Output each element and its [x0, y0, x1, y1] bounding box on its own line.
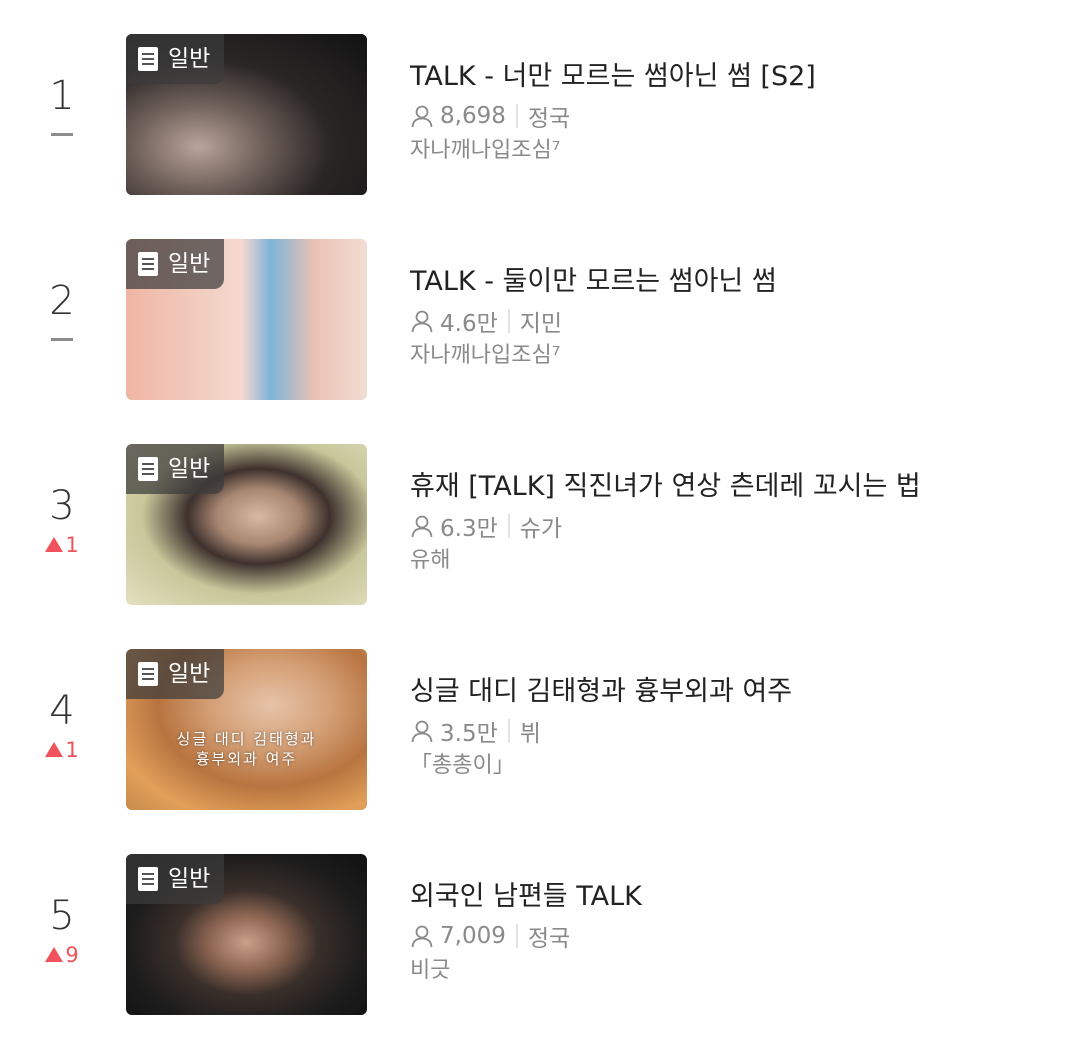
rank-number: 3 [49, 483, 75, 529]
author-name[interactable]: 비긋 [410, 957, 1050, 985]
person-icon [410, 514, 434, 538]
person-icon [410, 104, 434, 128]
rank-change: 1 [20, 737, 104, 763]
category-badge: 일반 [126, 854, 225, 904]
rank-unchanged-icon [51, 338, 73, 341]
document-icon [138, 252, 158, 276]
rank-up-icon [45, 537, 64, 552]
rank-change: 9 [20, 942, 104, 968]
thumbnail[interactable]: 일반 싱글 대디 김태형과 흉부외과 여주 [126, 649, 367, 810]
character-name: 정국 [527, 106, 571, 132]
category-badge: 일반 [126, 649, 225, 699]
divider [507, 514, 510, 538]
story-title[interactable]: 휴재 [TALK] 직진녀가 연상 츤데레 꼬시는 법 [410, 470, 1050, 504]
character-name: 지민 [519, 311, 563, 337]
thumbnail[interactable]: 일반 [126, 239, 367, 400]
category-badge: 일반 [126, 444, 225, 494]
rank-number: 2 [49, 278, 75, 324]
rank-indicator: 5 9 [20, 892, 104, 968]
author-name[interactable]: 유해 [410, 547, 1050, 575]
item-meta: 3.5만 뷔 [410, 716, 1050, 747]
item-info: 싱글 대디 김태형과 흉부외과 여주 3.5만 뷔 「총총이」 [410, 649, 1050, 780]
rank-change-value: 1 [65, 738, 79, 762]
view-count: 3.5만 [440, 721, 498, 747]
divider [515, 104, 518, 128]
person-icon [410, 924, 434, 948]
author-name[interactable]: 「총총이」 [410, 752, 1050, 780]
view-count: 4.6만 [440, 311, 498, 337]
rank-change: 1 [20, 532, 104, 558]
story-title[interactable]: TALK - 너만 모르는 썸아닌 썸 [S2] [410, 60, 1050, 94]
list-item[interactable]: 3 1 일반 휴재 [TALK] 직진녀가 연상 츤데레 꼬시는 법 6.3만 … [0, 444, 1080, 606]
divider [507, 309, 510, 333]
view-count: 7,009 [440, 923, 506, 949]
divider [507, 719, 510, 743]
item-meta: 8,698 정국 [410, 101, 1050, 132]
list-item[interactable]: 1 일반 TALK - 너만 모르는 썸아닌 썸 [S2] 8,698 정국 자… [0, 34, 1080, 196]
list-item[interactable]: 5 9 일반 외국인 남편들 TALK 7,009 정국 비긋 [0, 854, 1080, 1016]
item-info: TALK - 너만 모르는 썸아닌 썸 [S2] 8,698 정국 자나깨나입조… [410, 34, 1050, 165]
rank-change-value: 9 [65, 943, 79, 967]
category-badge: 일반 [126, 34, 225, 84]
story-title[interactable]: TALK - 둘이만 모르는 썸아닌 썸 [410, 265, 1050, 299]
item-info: TALK - 둘이만 모르는 썸아닌 썸 4.6만 지민 자나깨나입조심⁷ [410, 239, 1050, 370]
divider [515, 924, 518, 948]
character-name: 정국 [527, 926, 571, 952]
document-icon [138, 662, 158, 686]
document-icon [138, 457, 158, 481]
view-count: 6.3만 [440, 516, 498, 542]
rank-indicator: 4 1 [20, 687, 104, 763]
character-name: 슈가 [519, 516, 563, 542]
document-icon [138, 867, 158, 891]
person-icon [410, 719, 434, 743]
rank-number: 1 [49, 73, 75, 119]
rank-indicator: 2 [20, 277, 104, 341]
document-icon [138, 47, 158, 71]
story-title[interactable]: 싱글 대디 김태형과 흉부외과 여주 [410, 675, 1050, 709]
category-label: 일반 [168, 661, 211, 687]
rank-unchanged-icon [51, 133, 73, 136]
item-meta: 7,009 정국 [410, 921, 1050, 952]
person-icon [410, 309, 434, 333]
list-item[interactable]: 2 일반 TALK - 둘이만 모르는 썸아닌 썸 4.6만 지민 자나깨나입조… [0, 239, 1080, 401]
rank-up-icon [45, 947, 64, 962]
item-meta: 4.6만 지민 [410, 306, 1050, 337]
view-count: 8,698 [440, 103, 506, 129]
thumbnail[interactable]: 일반 [126, 854, 367, 1015]
thumbnail-caption: 싱글 대디 김태형과 흉부외과 여주 [176, 730, 317, 768]
category-label: 일반 [168, 251, 211, 277]
author-name[interactable]: 자나깨나입조심⁷ [410, 342, 1050, 370]
thumbnail[interactable]: 일반 [126, 444, 367, 605]
category-label: 일반 [168, 866, 211, 892]
list-item[interactable]: 4 1 일반 싱글 대디 김태형과 흉부외과 여주 싱글 대디 김태형과 흉부외… [0, 649, 1080, 811]
item-info: 외국인 남편들 TALK 7,009 정국 비긋 [410, 854, 1050, 985]
category-label: 일반 [168, 46, 211, 72]
rank-indicator: 3 1 [20, 482, 104, 558]
rank-number: 5 [49, 893, 75, 939]
rank-number: 4 [49, 688, 75, 734]
story-title[interactable]: 외국인 남편들 TALK [410, 880, 1050, 914]
rank-change-value: 1 [65, 533, 79, 557]
category-badge: 일반 [126, 239, 225, 289]
author-name[interactable]: 자나깨나입조심⁷ [410, 137, 1050, 165]
category-label: 일반 [168, 456, 211, 482]
item-meta: 6.3만 슈가 [410, 511, 1050, 542]
rank-up-icon [45, 742, 64, 757]
character-name: 뷔 [519, 721, 541, 747]
rank-indicator: 1 [20, 72, 104, 136]
thumbnail[interactable]: 일반 [126, 34, 367, 195]
item-info: 휴재 [TALK] 직진녀가 연상 츤데레 꼬시는 법 6.3만 슈가 유해 [410, 444, 1050, 575]
